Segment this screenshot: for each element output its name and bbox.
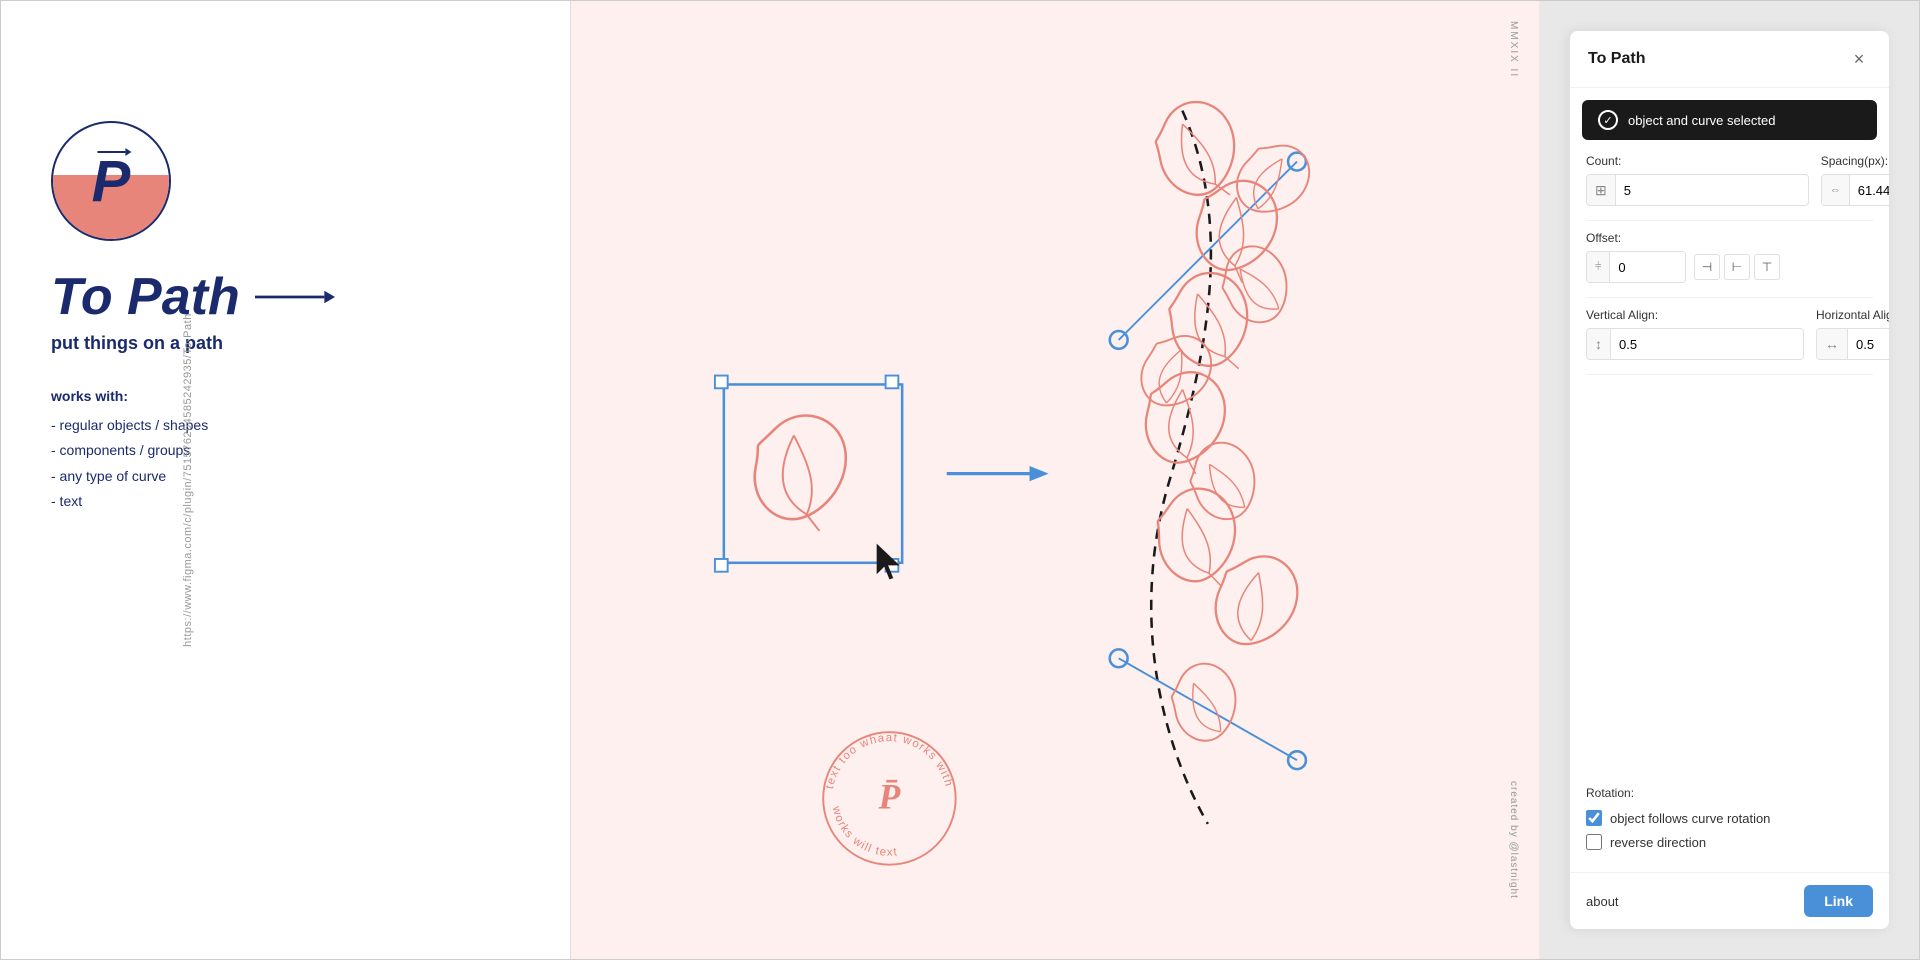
divider-3 [1586, 374, 1873, 375]
align-center-button[interactable]: ⊢ [1724, 254, 1750, 280]
works-with-section: works with: - regular objects / shapes -… [51, 384, 520, 514]
offset-group: Offset: ⫩ ⊣ ⊢ ⊤ [1586, 231, 1873, 283]
works-with-item-3: - any type of curve [51, 464, 520, 489]
spacing-input[interactable] [1850, 175, 1889, 205]
checkbox-row-1: object follows curve rotation [1586, 810, 1873, 826]
panel-footer: about Link [1570, 872, 1889, 929]
align-buttons-group: ⊣ ⊢ ⊤ [1694, 254, 1780, 280]
spacing-label: Spacing(px): [1821, 154, 1889, 168]
horizontal-align-group: Horizontal Align ↔ [1816, 308, 1889, 360]
divider-2 [1586, 297, 1873, 298]
works-with-heading: works with: [51, 384, 520, 409]
count-group: Count: ⊞ [1586, 154, 1809, 206]
align-left-button[interactable]: ⊣ [1694, 254, 1720, 280]
count-label: Count: [1586, 154, 1809, 168]
offset-input-row: ⫩ [1586, 251, 1686, 283]
count-spacing-row: Count: ⊞ Spacing(px): ⇔ 🔗 [1586, 154, 1873, 206]
offset-icon: ⫩ [1587, 252, 1610, 282]
rotation-label: Rotation: [1586, 786, 1873, 800]
spacing-input-row: ⇔ [1821, 174, 1889, 206]
align-row: Vertical Align: ↕ Horizontal Align ↔ [1586, 308, 1873, 360]
spacing-group: Spacing(px): ⇔ 🔗 [1821, 154, 1889, 206]
reverse-direction-label: reverse direction [1610, 835, 1706, 850]
count-input-row: ⊞ [1586, 174, 1809, 206]
status-bar: ✓ object and curve selected [1582, 100, 1877, 140]
leaf-extra-1 [1225, 130, 1321, 229]
horizontal-align-input[interactable] [1848, 329, 1889, 359]
vertical-align-icon: ↕ [1587, 329, 1611, 359]
offset-label: Offset: [1586, 231, 1873, 245]
checkbox-row-2: reverse direction [1586, 834, 1873, 850]
horizontal-align-input-row: ↔ [1816, 328, 1889, 360]
works-with-item-2: - components / groups [51, 438, 520, 463]
title-section: To Path [51, 271, 520, 323]
horizontal-align-icon: ↔ [1817, 329, 1848, 359]
vertical-url: https://www.figma.com/c/plugin/751576264… [182, 313, 194, 647]
vertical-align-group: Vertical Align: ↕ [1586, 308, 1804, 360]
app-container: https://www.figma.com/c/plugin/751576264… [0, 0, 1920, 960]
rotation-section: Rotation: object follows curve rotation … [1570, 786, 1889, 872]
reverse-direction-checkbox[interactable] [1586, 834, 1602, 850]
divider-1 [1586, 220, 1873, 221]
follows-rotation-label: object follows curve rotation [1610, 811, 1770, 826]
center-arrow-icon [947, 466, 1049, 481]
center-panel: MMXIX II created by @lastnight [571, 1, 1539, 959]
count-grid-icon: ⊞ [1587, 175, 1616, 205]
status-text: object and curve selected [1628, 113, 1775, 128]
canvas-area: P̄ text too whaat works with works will … [571, 1, 1539, 959]
leaf-extra-3 [1131, 323, 1221, 419]
leaf-object [755, 416, 846, 531]
status-check-icon: ✓ [1598, 110, 1618, 130]
horizontal-align-label: Horizontal Align [1816, 308, 1889, 322]
offset-input[interactable] [1610, 252, 1686, 282]
works-with-item-1: - regular objects / shapes [51, 413, 520, 438]
panel-title: To Path [1588, 50, 1645, 68]
plugin-panel: To Path × ✓ object and curve selected Co… [1569, 31, 1889, 929]
left-panel: https://www.figma.com/c/plugin/751576264… [1, 1, 571, 959]
svg-text:P̄: P̄ [878, 777, 901, 817]
leaf-extra-6 [1162, 656, 1248, 749]
close-button[interactable]: × [1847, 47, 1871, 71]
vertical-align-input-row: ↕ [1586, 328, 1804, 360]
leaf-path-4 [1142, 369, 1228, 476]
vertical-align-input[interactable] [1611, 329, 1803, 359]
panel-header: To Path × [1570, 31, 1889, 88]
count-input[interactable] [1616, 175, 1808, 205]
link-button[interactable]: Link [1804, 885, 1873, 917]
logo-circle: P [51, 121, 171, 241]
works-with-item-4: - text [51, 489, 520, 514]
subtitle: put things on a path [51, 333, 520, 354]
spacing-icon: ⇔ [1822, 175, 1850, 205]
form-section: Count: ⊞ Spacing(px): ⇔ 🔗 [1570, 140, 1889, 786]
about-text: about [1586, 894, 1619, 909]
bottom-logo: P̄ text too whaat works with works will … [823, 732, 955, 865]
align-right-button[interactable]: ⊤ [1754, 254, 1780, 280]
illustration-svg: P̄ text too whaat works with works will … [571, 1, 1539, 959]
title-arrow-icon [255, 285, 335, 309]
main-title: To Path [51, 271, 240, 323]
follows-rotation-checkbox[interactable] [1586, 810, 1602, 826]
vertical-align-label: Vertical Align: [1586, 308, 1804, 322]
leaf-extra-5 [1207, 546, 1306, 655]
